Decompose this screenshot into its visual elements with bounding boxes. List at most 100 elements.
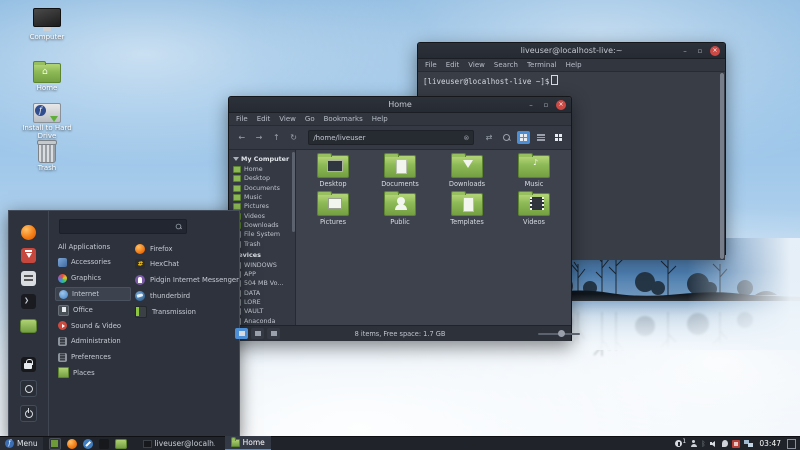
install-favorite-icon[interactable] xyxy=(21,248,36,263)
window-button-terminal[interactable]: liveuser@localh... xyxy=(137,437,215,450)
minimize-icon[interactable]: – xyxy=(680,46,690,56)
folder-templates[interactable]: Templates xyxy=(435,191,499,226)
terminal-scrollbar[interactable] xyxy=(720,73,724,259)
sidebar-device[interactable]: DATA xyxy=(233,289,295,298)
treeview-sidebar-toggle[interactable] xyxy=(251,328,264,339)
window-button-home[interactable]: Home xyxy=(224,436,271,450)
sidebar-device[interactable]: Anaconda xyxy=(233,316,295,325)
category-office[interactable]: Office xyxy=(55,303,131,317)
sidebar-item-desktop[interactable]: Desktop xyxy=(233,174,295,183)
list-view-button[interactable] xyxy=(534,131,547,144)
terminal-launcher-icon[interactable] xyxy=(98,438,109,449)
app-transmission[interactable]: Transmission xyxy=(135,305,235,319)
sidebar-section-devices[interactable]: Devices xyxy=(233,251,295,259)
category-internet[interactable]: Internet xyxy=(55,287,131,302)
close-icon[interactable]: × xyxy=(710,45,720,56)
menu-help[interactable]: Help xyxy=(566,61,582,69)
updates-icon[interactable]: 1 xyxy=(675,438,686,447)
maximize-icon[interactable]: ▫ xyxy=(695,46,705,56)
menu-search-input[interactable] xyxy=(59,219,187,234)
folder-public[interactable]: Public xyxy=(368,191,432,226)
desktop-icon-install[interactable]: f Install to Hard Drive xyxy=(15,100,79,140)
sidebar-item-documents[interactable]: Documents xyxy=(233,184,295,193)
clear-location-icon[interactable]: ⊗ xyxy=(463,134,469,142)
hide-sidebar-toggle[interactable] xyxy=(267,328,280,339)
zoom-slider[interactable] xyxy=(538,330,580,337)
menu-terminal[interactable]: Terminal xyxy=(527,61,557,69)
menu-bookmarks[interactable]: Bookmarks xyxy=(324,115,363,123)
shutdown-icon[interactable] xyxy=(20,405,37,422)
sidebar-device[interactable]: LORE xyxy=(233,298,295,307)
menu-file[interactable]: File xyxy=(236,115,248,123)
folder-music[interactable]: ♪ Music xyxy=(502,153,566,188)
category-graphics[interactable]: Graphics xyxy=(55,271,131,285)
network-icon[interactable] xyxy=(744,440,753,447)
maximize-icon[interactable]: ▫ xyxy=(541,100,551,110)
category-administration[interactable]: Administration xyxy=(55,335,131,349)
show-desktop-corner-icon[interactable] xyxy=(787,438,796,449)
menu-view[interactable]: View xyxy=(279,115,296,123)
refresh-icon[interactable]: ↻ xyxy=(287,131,300,145)
toggle-location-icon[interactable]: ⇄ xyxy=(482,131,495,145)
desktop-icon-computer[interactable]: Computer xyxy=(15,8,79,42)
category-sound-video[interactable]: Sound & Video xyxy=(55,319,131,333)
sidebar-item-pictures[interactable]: Pictures xyxy=(233,202,295,211)
show-desktop-icon[interactable] xyxy=(48,437,61,450)
software-favorite-icon[interactable] xyxy=(21,271,36,286)
sidebar-item-file-system[interactable]: File System xyxy=(233,230,295,239)
firefox-launcher-icon[interactable] xyxy=(66,438,77,449)
menu-search[interactable]: Search xyxy=(494,61,518,69)
folder-desktop[interactable]: Desktop xyxy=(301,153,365,188)
menu-view[interactable]: View xyxy=(468,61,485,69)
menu-file[interactable]: File xyxy=(425,61,437,69)
app-hexchat[interactable]: HexChat xyxy=(135,258,235,272)
app-firefox[interactable]: Firefox xyxy=(135,242,235,256)
logout-icon[interactable] xyxy=(20,380,37,397)
menu-help[interactable]: Help xyxy=(372,115,388,123)
category-preferences[interactable]: Preferences xyxy=(55,350,131,364)
category-all-applications[interactable]: All Applications xyxy=(55,240,131,254)
category-accessories[interactable]: Accessories xyxy=(55,256,131,270)
removable-media-icon[interactable] xyxy=(732,439,741,448)
zoom-slider-knob[interactable] xyxy=(558,330,565,337)
sidebar-item-music[interactable]: Music xyxy=(233,193,295,202)
lock-screen-icon[interactable] xyxy=(21,357,36,372)
sidebar-device[interactable]: VAULT xyxy=(233,307,295,316)
close-icon[interactable]: × xyxy=(556,99,566,110)
forward-icon[interactable]: → xyxy=(252,131,265,145)
places-sidebar-toggle[interactable] xyxy=(235,328,248,339)
minimize-icon[interactable]: – xyxy=(526,100,536,110)
bluetooth-icon[interactable]: ᛒ xyxy=(701,440,706,448)
firefox-favorite-icon[interactable] xyxy=(21,225,36,240)
sidebar-item-home[interactable]: Home xyxy=(233,165,295,174)
folder-documents[interactable]: Documents xyxy=(368,153,432,188)
desktop-icon-trash[interactable]: Trash xyxy=(15,140,79,173)
sidebar-section-computer[interactable]: My Computer xyxy=(233,155,295,163)
notifications-icon[interactable] xyxy=(722,440,729,447)
terminal-titlebar[interactable]: liveuser@localhost-live:~ – ▫ × xyxy=(418,43,725,59)
up-icon[interactable]: ↑ xyxy=(270,131,283,145)
sidebar-item-downloads[interactable]: Downloads xyxy=(233,221,295,230)
location-bar[interactable]: /home/liveuser ⊗ xyxy=(308,130,475,145)
editor-launcher-icon[interactable] xyxy=(82,438,93,449)
desktop-icon-home[interactable]: ⌂ Home xyxy=(15,60,79,93)
sidebar-device[interactable]: APP xyxy=(233,270,295,279)
files-favorite-icon[interactable] xyxy=(20,319,37,333)
category-places[interactable]: Places xyxy=(55,366,131,380)
volume-icon[interactable] xyxy=(710,440,718,447)
files-launcher-icon[interactable] xyxy=(114,438,127,449)
clock[interactable]: 03:47 xyxy=(759,439,781,448)
sidebar-item-videos[interactable]: Videos xyxy=(233,211,295,220)
search-button[interactable] xyxy=(500,131,513,144)
user-applet-icon[interactable] xyxy=(690,440,697,447)
sidebar-item-trash[interactable]: Trash xyxy=(233,239,295,248)
compact-view-button[interactable] xyxy=(552,131,565,144)
icon-view-button[interactable] xyxy=(516,131,531,144)
menu-edit[interactable]: Edit xyxy=(257,115,271,123)
app-pidgin[interactable]: Pidgin Internet Messenger xyxy=(135,273,239,287)
menu-button[interactable]: f Menu xyxy=(0,437,43,450)
app-thunderbird[interactable]: thunderbird xyxy=(135,289,235,303)
folder-downloads[interactable]: Downloads xyxy=(435,153,499,188)
back-icon[interactable]: ← xyxy=(235,131,248,145)
menu-edit[interactable]: Edit xyxy=(446,61,460,69)
